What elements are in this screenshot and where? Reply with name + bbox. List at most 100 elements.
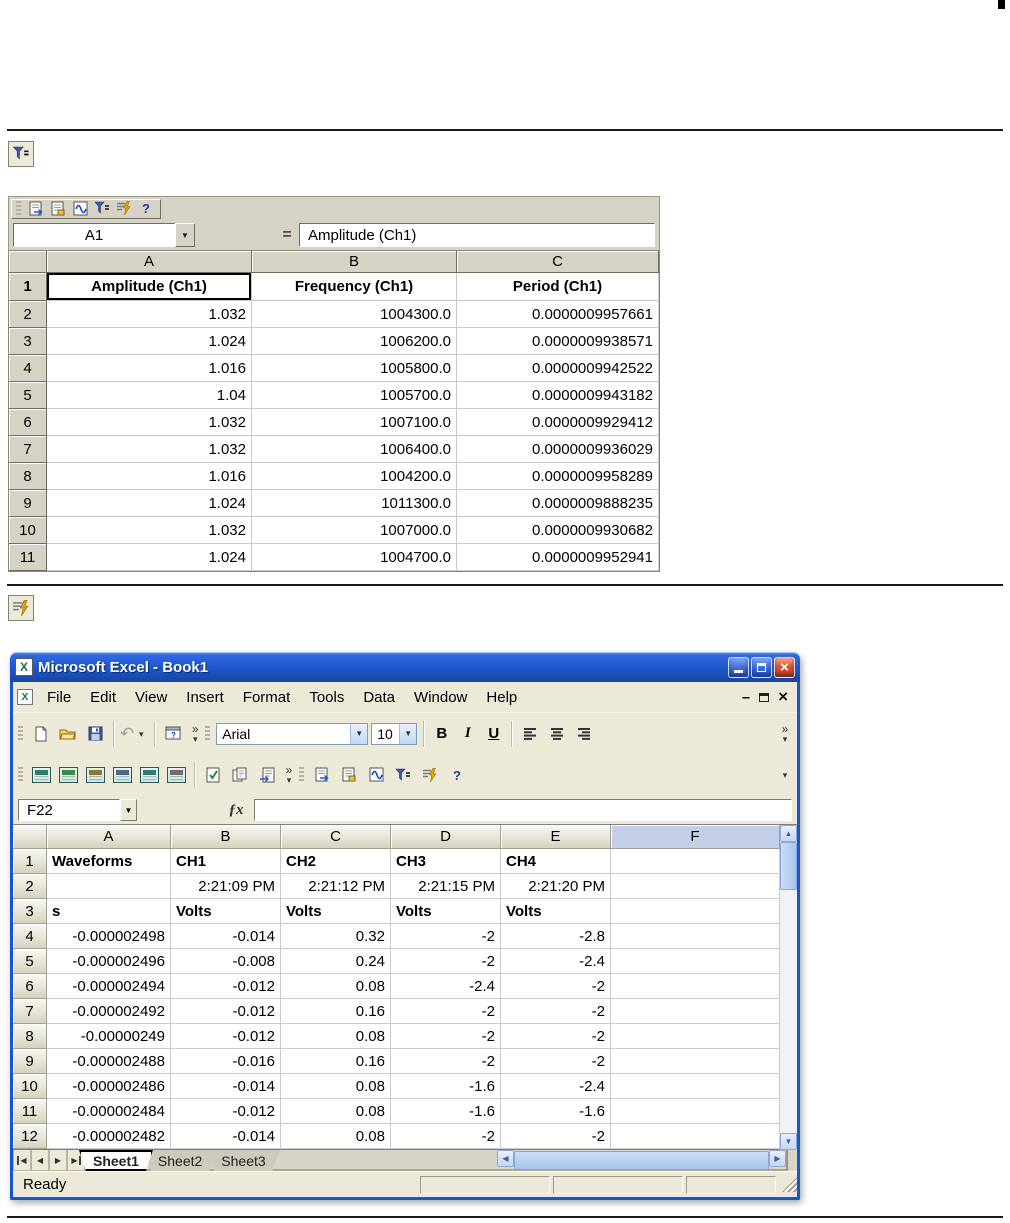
addin-button-4[interactable] [110, 763, 134, 787]
font-name-combo[interactable]: Arial ▼ [216, 722, 369, 745]
cell[interactable]: 2:21:15 PM [391, 874, 501, 899]
duplicate-sheet-button[interactable] [228, 763, 252, 787]
cell[interactable] [611, 849, 780, 874]
cell[interactable]: 0.0000009929412 [457, 409, 659, 436]
row-header[interactable]: 7 [13, 999, 47, 1024]
column-header-c[interactable]: C [281, 825, 391, 849]
tab-sheet1[interactable]: Sheet1 [79, 1150, 153, 1171]
cell[interactable]: 0.16 [281, 1049, 391, 1074]
cell[interactable]: -0.000002496 [47, 949, 171, 974]
row-header[interactable]: 4 [13, 924, 47, 949]
row-header[interactable]: 2 [13, 874, 47, 899]
autofilter-button[interactable] [8, 141, 34, 167]
formula-input[interactable] [254, 799, 792, 821]
close-button[interactable]: × [774, 656, 795, 678]
cell[interactable]: -2 [391, 999, 501, 1024]
cell[interactable]: 1.016 [47, 463, 252, 490]
menu-window[interactable]: Window [405, 686, 476, 709]
first-sheet-button[interactable]: ◀ [13, 1150, 31, 1171]
log-button[interactable] [8, 595, 34, 621]
cell[interactable]: -2 [501, 999, 611, 1024]
cell[interactable]: 0.0000009938571 [457, 328, 659, 355]
minimize-button[interactable] [728, 656, 749, 678]
cell[interactable]: 1.04 [47, 382, 252, 409]
cell[interactable]: -2 [391, 924, 501, 949]
cell[interactable]: Volts [501, 899, 611, 924]
cell[interactable]: 1.032 [47, 517, 252, 544]
column-header-e[interactable]: E [501, 825, 611, 849]
cell[interactable]: -0.000002498 [47, 924, 171, 949]
cell[interactable]: -2.4 [501, 1074, 611, 1099]
open-button[interactable] [56, 722, 80, 746]
vertical-scroll-thumb[interactable] [780, 842, 797, 890]
cell[interactable]: 0.0000009957661 [457, 301, 659, 328]
cell[interactable]: 2:21:09 PM [171, 874, 281, 899]
align-left-button[interactable] [518, 722, 542, 746]
name-box[interactable]: A1 [13, 223, 175, 247]
menu-view[interactable]: View [126, 686, 176, 709]
cell[interactable]: Period (Ch1) [457, 273, 659, 301]
column-header-a[interactable]: A [47, 825, 171, 849]
row-header[interactable]: 1 [13, 849, 47, 874]
cell[interactable]: 2:21:12 PM [281, 874, 391, 899]
cell[interactable]: 1.024 [47, 544, 252, 571]
cell[interactable]: CH4 [501, 849, 611, 874]
row-header[interactable]: 12 [13, 1124, 47, 1149]
cell[interactable]: 1004200.0 [252, 463, 457, 490]
cell[interactable]: 0.08 [281, 1124, 391, 1149]
autofilter-button[interactable] [391, 763, 415, 787]
menu-format[interactable]: Format [234, 686, 300, 709]
toolbar-grip[interactable] [18, 767, 23, 783]
cell[interactable]: 1.024 [47, 328, 252, 355]
cell[interactable]: -2 [391, 949, 501, 974]
properties-button[interactable] [48, 200, 68, 218]
column-header-f[interactable]: F [611, 825, 780, 849]
cell[interactable]: 1004700.0 [252, 544, 457, 571]
row-header[interactable]: 2 [9, 301, 47, 328]
cell[interactable]: s [47, 899, 171, 924]
cell[interactable]: -2 [501, 1049, 611, 1074]
bold-button[interactable]: B [430, 723, 453, 745]
menu-data[interactable]: Data [354, 686, 404, 709]
toolbar-grip[interactable] [18, 725, 23, 742]
cell[interactable]: 0.0000009958289 [457, 463, 659, 490]
cell[interactable]: -0.000002488 [47, 1049, 171, 1074]
toolbar-grip[interactable] [16, 200, 21, 217]
cell[interactable] [611, 1099, 780, 1124]
chevron-down-icon[interactable]: ▼ [399, 723, 417, 744]
cell[interactable]: 1.024 [47, 490, 252, 517]
row-header[interactable]: 3 [13, 899, 47, 924]
cell[interactable]: Amplitude (Ch1) [47, 273, 252, 301]
select-all-corner[interactable] [13, 825, 47, 849]
cell[interactable]: CH1 [171, 849, 281, 874]
addin-button-1[interactable] [29, 763, 53, 787]
cell[interactable]: -2 [501, 1024, 611, 1049]
cell[interactable]: 0.0000009943182 [457, 382, 659, 409]
cell[interactable]: 1006200.0 [252, 328, 457, 355]
waveform-button[interactable] [70, 200, 90, 218]
help-button[interactable]: ? [136, 200, 156, 218]
cell[interactable] [47, 874, 171, 899]
cell[interactable]: 0.08 [281, 1099, 391, 1124]
row-header[interactable]: 7 [9, 436, 47, 463]
title-bar[interactable]: X Microsoft Excel - Book1 × [10, 652, 800, 682]
cell[interactable]: CH2 [281, 849, 391, 874]
cell[interactable]: -2 [391, 1049, 501, 1074]
column-header-b[interactable]: B [252, 251, 457, 273]
cell[interactable] [611, 874, 780, 899]
addin-button-6[interactable] [164, 763, 188, 787]
row-header[interactable]: 5 [13, 949, 47, 974]
align-center-button[interactable] [545, 722, 569, 746]
restore-button[interactable] [751, 656, 772, 678]
select-all-corner[interactable] [9, 251, 47, 273]
column-header-a[interactable]: A [47, 251, 252, 273]
undo-button[interactable]: ↶ ▾ [120, 722, 148, 746]
tab-sheet2[interactable]: Sheet2 [144, 1150, 216, 1171]
cell[interactable] [611, 899, 780, 924]
menu-tools[interactable]: Tools [300, 686, 353, 709]
cell[interactable]: 0.16 [281, 999, 391, 1024]
row-header[interactable]: 4 [9, 355, 47, 382]
check-sheet-button[interactable] [201, 763, 225, 787]
properties-button[interactable] [337, 763, 361, 787]
cell[interactable]: -2 [391, 1024, 501, 1049]
